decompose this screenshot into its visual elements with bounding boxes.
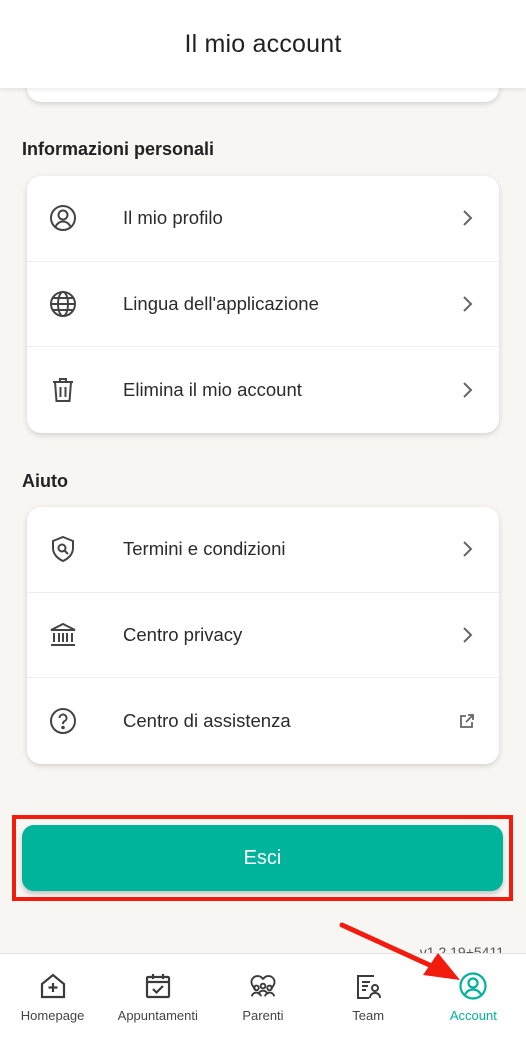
chevron-right-icon xyxy=(457,380,477,400)
logout-button[interactable]: Esci xyxy=(22,825,503,891)
user-circle-icon xyxy=(49,204,77,232)
trash-icon xyxy=(49,376,77,404)
globe-icon xyxy=(49,290,77,318)
help-card: Termini e condizioni Centro privacy Cent… xyxy=(27,507,499,764)
section-title-help: Aiuto xyxy=(22,471,68,491)
menu-item-app-language[interactable]: Lingua dell'applicazione xyxy=(27,262,499,347)
menu-item-label: Il mio profilo xyxy=(123,207,223,229)
page-title: Il mio account xyxy=(184,29,342,58)
nav-label: Team xyxy=(352,1008,385,1023)
nav-item-relatives[interactable]: Parenti xyxy=(210,954,315,1052)
nav-label: Homepage xyxy=(20,1008,85,1023)
external-link-icon xyxy=(457,711,477,731)
menu-item-label: Centro privacy xyxy=(123,623,243,645)
bottom-nav: Homepage Appuntamenti Parenti Team Accou… xyxy=(0,953,526,1052)
menu-item-label: Termini e condizioni xyxy=(123,538,286,560)
nav-item-team[interactable]: Team xyxy=(316,954,421,1052)
menu-item-delete-account[interactable]: Elimina il mio account xyxy=(27,347,499,433)
calendar-check-icon xyxy=(142,970,174,1002)
menu-item-privacy-center[interactable]: Centro privacy xyxy=(27,593,499,678)
app-header: Il mio account xyxy=(0,0,526,88)
section-title-personal-info: Informazioni personali xyxy=(22,139,215,159)
chevron-right-icon xyxy=(457,625,477,645)
personal-info-card: Il mio profilo Lingua dell'applicazione … xyxy=(27,176,499,433)
menu-item-help-center[interactable]: Centro di assistenza xyxy=(27,678,499,764)
menu-item-label: Centro di assistenza xyxy=(123,709,291,731)
nav-label: Appuntamenti xyxy=(117,1008,198,1023)
family-icon xyxy=(247,970,279,1002)
shield-search-icon xyxy=(49,535,77,563)
nav-item-appointments[interactable]: Appuntamenti xyxy=(105,954,210,1052)
nav-label: Account xyxy=(449,1008,497,1023)
chevron-right-icon xyxy=(457,208,477,228)
nav-label: Parenti xyxy=(242,1008,284,1023)
team-badge-icon xyxy=(352,970,384,1002)
account-icon xyxy=(457,970,489,1002)
menu-item-label: Lingua dell'applicazione xyxy=(123,292,319,314)
question-circle-icon xyxy=(49,707,77,735)
menu-item-label: Elimina il mio account xyxy=(123,378,302,400)
bank-icon xyxy=(49,621,77,649)
logout-highlight-box: Esci xyxy=(12,815,513,901)
nav-item-homepage[interactable]: Homepage xyxy=(0,954,105,1052)
menu-item-terms[interactable]: Termini e condizioni xyxy=(27,507,499,593)
chevron-right-icon xyxy=(457,294,477,314)
chevron-right-icon xyxy=(457,539,477,559)
home-plus-icon xyxy=(37,970,69,1002)
nav-item-account[interactable]: Account xyxy=(421,954,526,1052)
menu-item-my-profile[interactable]: Il mio profilo xyxy=(27,176,499,262)
